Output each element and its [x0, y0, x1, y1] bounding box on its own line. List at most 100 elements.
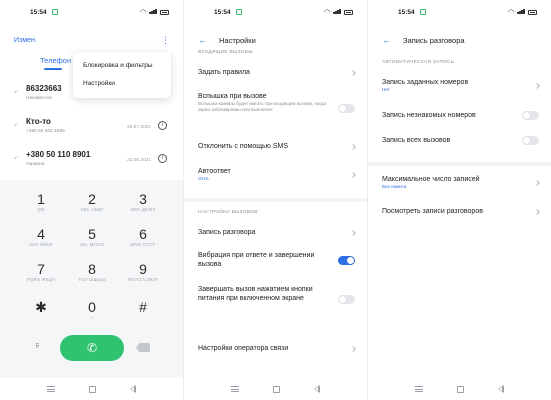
power-button-end-row[interactable]: Завершать вызов нажатием кнопки питания … — [198, 285, 355, 304]
notification-icon — [419, 9, 426, 15]
row-value: Без лимита — [382, 184, 407, 189]
key-2[interactable]: 2 ABC АБВГ — [67, 192, 117, 213]
battery-icon — [528, 9, 537, 15]
key-1[interactable]: 1 QO — [16, 192, 66, 213]
backspace-icon[interactable] — [136, 343, 150, 352]
battery-icon — [344, 9, 353, 15]
row-title: Вибрация при ответе и завершении вызова — [198, 252, 315, 268]
status-time: 15:54 — [30, 8, 47, 16]
status-bar: 15:54 ◠ — [184, 0, 367, 24]
back-nav-icon[interactable] — [130, 385, 136, 393]
key-0[interactable]: 0 + — [67, 300, 117, 321]
call-recording-row[interactable]: Запись разговора — [198, 228, 356, 237]
key-digit: # — [139, 299, 147, 315]
record-specified-numbers-row[interactable]: Запись заданных номеров Нет — [382, 78, 540, 93]
key-9[interactable]: 9 WXYZ ЬЭЮЯ — [118, 262, 168, 283]
more-options-icon[interactable]: ⋮ — [161, 36, 170, 45]
section-auto-recording: АВТОМАТИЧЕСКАЯ ЗАПИСЬ — [382, 60, 455, 65]
edit-button[interactable]: Измен. — [14, 37, 37, 44]
call-log: ↙ 86323663 Неизвестно ↙ Кто-то +380 55 0… — [14, 82, 173, 181]
info-icon[interactable]: i — [158, 154, 167, 163]
key-8[interactable]: 8 TUV ШЩЪЫ — [67, 262, 117, 283]
flash-on-call-row[interactable]: Вспышка при вызове Вспышка камеры будет … — [198, 92, 355, 113]
home-icon[interactable] — [457, 385, 464, 393]
key-letters: ABC АБВГ — [80, 207, 104, 212]
home-icon[interactable] — [89, 385, 96, 393]
section-separator — [184, 198, 367, 202]
power-end-toggle[interactable] — [338, 295, 355, 304]
key-4[interactable]: 4 GHI ИЙКЛ — [16, 227, 66, 248]
view-recordings-row[interactable]: Посмотреть записи разговоров — [382, 207, 540, 216]
signal-icon — [333, 8, 341, 16]
row-title: Завершать вызов нажатием кнопки питания … — [198, 286, 313, 302]
phone-icon: ✆ — [86, 341, 98, 355]
key-5[interactable]: 5 JKL МНОП — [67, 227, 117, 248]
call-log-item[interactable]: ↙ +380 50 110 8901 Украина 22.06.2021 i — [14, 148, 173, 181]
system-nav-bar — [0, 378, 183, 400]
reject-sms-row[interactable]: Отклонить с помощью SMS — [198, 142, 356, 151]
tab-phone-label: Телефон — [40, 56, 72, 65]
max-records-row[interactable]: Максимальное число записей Без лимита — [382, 175, 540, 190]
tab-phone[interactable]: Телефон — [40, 56, 72, 70]
recents-icon[interactable] — [231, 386, 239, 392]
call-date: 22.06.2021 — [126, 158, 151, 163]
page-title: Запись разговора — [403, 35, 465, 45]
recents-icon[interactable] — [47, 386, 55, 392]
row-title: Настройки оператора связи — [198, 345, 289, 352]
incoming-call-icon: ↙ — [14, 122, 19, 128]
record-unknown-numbers-row[interactable]: Запись незнакомых номеров — [382, 111, 539, 120]
operator-settings-row[interactable]: Настройки оператора связи — [198, 344, 356, 353]
page: 15:54 ◠ Измен. ⋮ Телефон Блокировка и фи… — [0, 0, 551, 400]
call-date: 25.07.2021 — [126, 125, 151, 130]
call-number: 86323663 — [26, 84, 62, 93]
key-letters: WXYZ ЬЭЮЯ — [128, 277, 158, 282]
call-number: +380 50 110 8901 — [26, 150, 91, 159]
flash-toggle[interactable] — [338, 104, 355, 113]
settings-header: ← Настройки — [198, 34, 357, 46]
back-arrow-icon[interactable]: ← — [198, 36, 207, 45]
call-number: Кто-то — [26, 117, 51, 126]
vibration-row[interactable]: Вибрация при ответе и завершении вызова — [198, 251, 355, 269]
key-hash[interactable]: # — [118, 300, 168, 315]
vibration-toggle[interactable] — [338, 256, 355, 265]
key-7[interactable]: 7 PQRS ФХЦЧ — [16, 262, 66, 283]
autoanswer-row[interactable]: Автоответ Откл. — [198, 167, 356, 182]
call-log-item[interactable]: ↙ 86323663 Неизвестно — [14, 82, 173, 115]
menu-item-block-filters[interactable]: Блокировка и фильтры — [83, 58, 161, 76]
record-unknown-toggle[interactable] — [522, 111, 539, 120]
call-log-item[interactable]: ↙ Кто-то +380 55 002 1565 25.07.2021 i — [14, 115, 173, 148]
key-digit: 5 — [88, 226, 96, 242]
set-rules-row[interactable]: Задать правила — [198, 68, 356, 77]
dialpad-toggle-icon[interactable]: ⠿ — [35, 343, 39, 350]
status-icons: ◠ — [324, 8, 353, 16]
back-nav-icon[interactable] — [498, 385, 504, 393]
wifi-icon: ◠ — [139, 9, 146, 16]
info-icon[interactable]: i — [158, 121, 167, 130]
recents-icon[interactable] — [415, 386, 423, 392]
incoming-call-icon: ↙ — [14, 155, 19, 161]
notification-icon — [235, 9, 242, 15]
call-subtitle: Украина — [26, 162, 45, 167]
status-bar: 15:54 ◠ — [0, 0, 183, 24]
row-title: Задать правила — [198, 69, 250, 76]
key-letters: JKL МНОП — [79, 242, 105, 247]
home-icon[interactable] — [273, 385, 280, 393]
row-title: Вспышка при вызове — [198, 93, 267, 100]
settings-screen: 15:54 ◠ ← Настройки ВХОДЯЩИЕ ВЫЗОВЫ Зада… — [184, 0, 367, 400]
key-6[interactable]: 6 MNO РСТУ — [118, 227, 168, 248]
incoming-call-icon: ↙ — [14, 89, 19, 95]
key-digit: ✱ — [35, 299, 47, 315]
status-bar: 15:54 ◠ — [368, 0, 551, 24]
record-all-calls-row[interactable]: Запись всех вызовов — [382, 136, 539, 145]
row-title: Запись незнакомых номеров — [382, 112, 476, 119]
call-subtitle: +380 55 002 1565 — [26, 129, 65, 134]
back-nav-icon[interactable] — [314, 385, 320, 393]
wifi-icon: ◠ — [323, 9, 330, 16]
back-arrow-icon[interactable]: ← — [382, 36, 391, 45]
key-3[interactable]: 3 DEF ДЕЖЗ — [118, 192, 168, 213]
key-letters: MNO РСТУ — [130, 242, 156, 247]
section-incoming-calls: ВХОДЯЩИЕ ВЫЗОВЫ — [198, 50, 253, 55]
key-star[interactable]: ✱ — [16, 300, 66, 315]
call-button[interactable]: ✆ — [60, 335, 124, 361]
record-all-toggle[interactable] — [522, 136, 539, 145]
